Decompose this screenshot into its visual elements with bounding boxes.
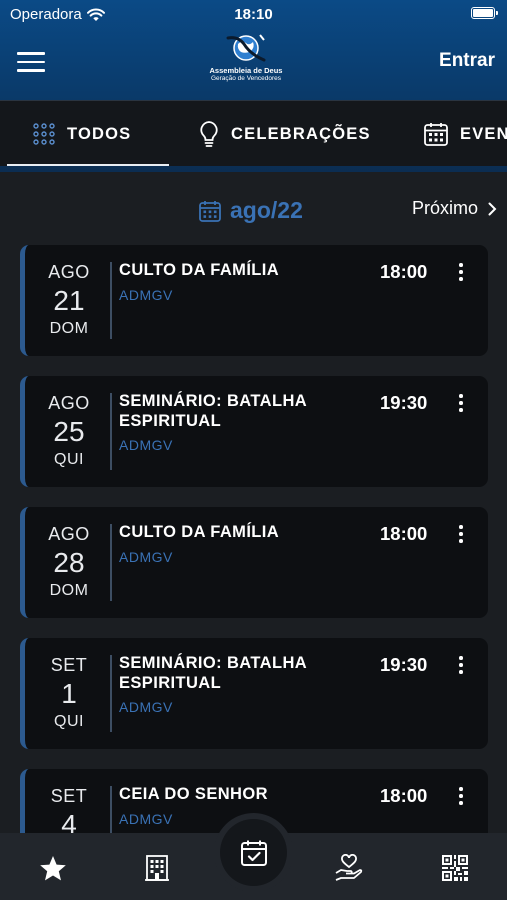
event-title: SEMINÁRIO: BATALHA ESPIRITUAL bbox=[119, 654, 307, 692]
chevron-right-icon bbox=[488, 202, 497, 215]
building-icon bbox=[145, 855, 169, 881]
event-weekday: QUI bbox=[54, 713, 84, 730]
event-time: 19:30 bbox=[380, 654, 428, 675]
month-label: ago/22 bbox=[230, 197, 303, 223]
bottom-navigation bbox=[0, 813, 507, 900]
event-card[interactable]: AGO 25 QUI SEMINÁRIO: BATALHA ESPIRITUAL… bbox=[20, 376, 488, 487]
hamburger-line bbox=[17, 69, 45, 72]
event-time: 18:00 bbox=[380, 261, 428, 282]
tab-label: EVEN bbox=[460, 124, 507, 143]
event-month: SET bbox=[50, 655, 88, 675]
event-org: ADMGV bbox=[119, 699, 173, 715]
event-time: 19:30 bbox=[380, 392, 428, 413]
event-weekday: QUI bbox=[54, 451, 84, 468]
event-title: CEIA DO SENHOR bbox=[119, 785, 268, 803]
event-month: AGO bbox=[48, 524, 90, 544]
status-time: 18:10 bbox=[234, 6, 273, 23]
calendar-icon bbox=[199, 200, 221, 222]
event-list: AGO 21 DOM CULTO DA FAMÍLIA ADMGV 18:00 … bbox=[0, 245, 507, 833]
event-date: AGO 25 QUI bbox=[31, 392, 107, 470]
event-date: AGO 28 DOM bbox=[31, 523, 107, 601]
more-options-icon[interactable] bbox=[453, 263, 469, 287]
event-day: 28 bbox=[53, 547, 85, 578]
next-label: Próximo bbox=[411, 198, 478, 218]
event-date: SET 1 QUI bbox=[31, 654, 107, 732]
event-month: AGO bbox=[48, 393, 90, 413]
more-options-icon[interactable] bbox=[453, 525, 469, 549]
event-org: ADMGV bbox=[119, 549, 173, 565]
nav-events[interactable] bbox=[220, 819, 287, 886]
more-options-icon[interactable] bbox=[453, 394, 469, 418]
event-day: 1 bbox=[61, 678, 77, 709]
event-org: ADMGV bbox=[119, 811, 173, 827]
nav-favorites[interactable] bbox=[38, 853, 68, 883]
globe-logo-icon bbox=[226, 34, 266, 62]
app-header: Operadora 18:10 Assembleia de Deus Geraç… bbox=[0, 0, 507, 172]
tab-label: TODOS bbox=[67, 124, 132, 143]
logo-title: Assembleia de Deus bbox=[209, 66, 283, 75]
star-icon bbox=[40, 855, 66, 880]
tab-todos[interactable]: TODOS bbox=[32, 101, 131, 166]
next-month-button[interactable]: Próximo bbox=[412, 198, 497, 219]
nav-qrcode[interactable] bbox=[440, 853, 470, 883]
event-org: ADMGV bbox=[119, 437, 173, 453]
more-options-icon[interactable] bbox=[453, 787, 469, 811]
calendar-check-icon bbox=[240, 840, 267, 866]
event-time: 18:00 bbox=[380, 785, 428, 806]
divider bbox=[110, 524, 112, 601]
grid-dots-icon bbox=[33, 123, 55, 145]
event-month: SET bbox=[50, 786, 88, 806]
event-weekday: DOM bbox=[49, 320, 89, 337]
event-org: ADMGV bbox=[119, 287, 173, 303]
more-options-icon[interactable] bbox=[453, 656, 469, 680]
tab-celebracoes[interactable]: CELEBRAÇÕES bbox=[198, 101, 371, 166]
event-date: SET 4 bbox=[31, 785, 107, 833]
tab-label: CELEBRAÇÕES bbox=[231, 124, 371, 143]
event-date: AGO 21 DOM bbox=[31, 261, 107, 339]
event-weekday: DOM bbox=[49, 582, 89, 599]
event-card[interactable]: AGO 28 DOM CULTO DA FAMÍLIA ADMGV 18:00 bbox=[20, 507, 488, 618]
event-day: 4 bbox=[61, 809, 77, 833]
event-title: CULTO DA FAMÍLIA bbox=[119, 261, 280, 279]
active-tab-indicator bbox=[7, 164, 169, 166]
event-card[interactable]: AGO 21 DOM CULTO DA FAMÍLIA ADMGV 18:00 bbox=[20, 245, 488, 356]
nav-church[interactable] bbox=[142, 853, 172, 883]
calendar-icon bbox=[424, 123, 448, 146]
tab-eventos[interactable]: EVEN bbox=[423, 101, 507, 166]
heart-hand-icon bbox=[335, 854, 363, 881]
month-navigation: ago/22 Próximo bbox=[0, 172, 507, 247]
event-time: 18:00 bbox=[380, 523, 428, 544]
divider bbox=[110, 262, 112, 339]
login-button[interactable]: Entrar bbox=[439, 50, 495, 72]
event-month: AGO bbox=[48, 262, 90, 282]
status-bar: Operadora 18:10 bbox=[0, 0, 507, 30]
menu-button[interactable] bbox=[17, 52, 45, 72]
qr-code-icon bbox=[442, 855, 468, 881]
lightbulb-icon bbox=[200, 121, 218, 147]
logo-subtitle: Geração de Vencedores bbox=[210, 75, 282, 82]
hamburger-line bbox=[17, 60, 45, 63]
event-day: 21 bbox=[53, 285, 85, 316]
divider bbox=[110, 786, 112, 833]
current-month[interactable]: ago/22 bbox=[198, 197, 303, 224]
event-card[interactable]: SET 1 QUI SEMINÁRIO: BATALHA ESPIRITUAL … bbox=[20, 638, 488, 749]
category-tabs: TODOS CELEBRAÇÕES EVEN bbox=[0, 100, 507, 166]
battery-icon bbox=[471, 7, 498, 19]
divider bbox=[110, 655, 112, 732]
event-day: 25 bbox=[53, 416, 85, 447]
church-logo: Assembleia de Deus Geração de Vencedores bbox=[196, 32, 296, 88]
hamburger-line bbox=[17, 52, 45, 55]
nav-donations[interactable] bbox=[334, 853, 364, 883]
event-title: SEMINÁRIO: BATALHA ESPIRITUAL bbox=[119, 392, 307, 430]
event-title: CULTO DA FAMÍLIA bbox=[119, 523, 280, 541]
divider bbox=[110, 393, 112, 470]
